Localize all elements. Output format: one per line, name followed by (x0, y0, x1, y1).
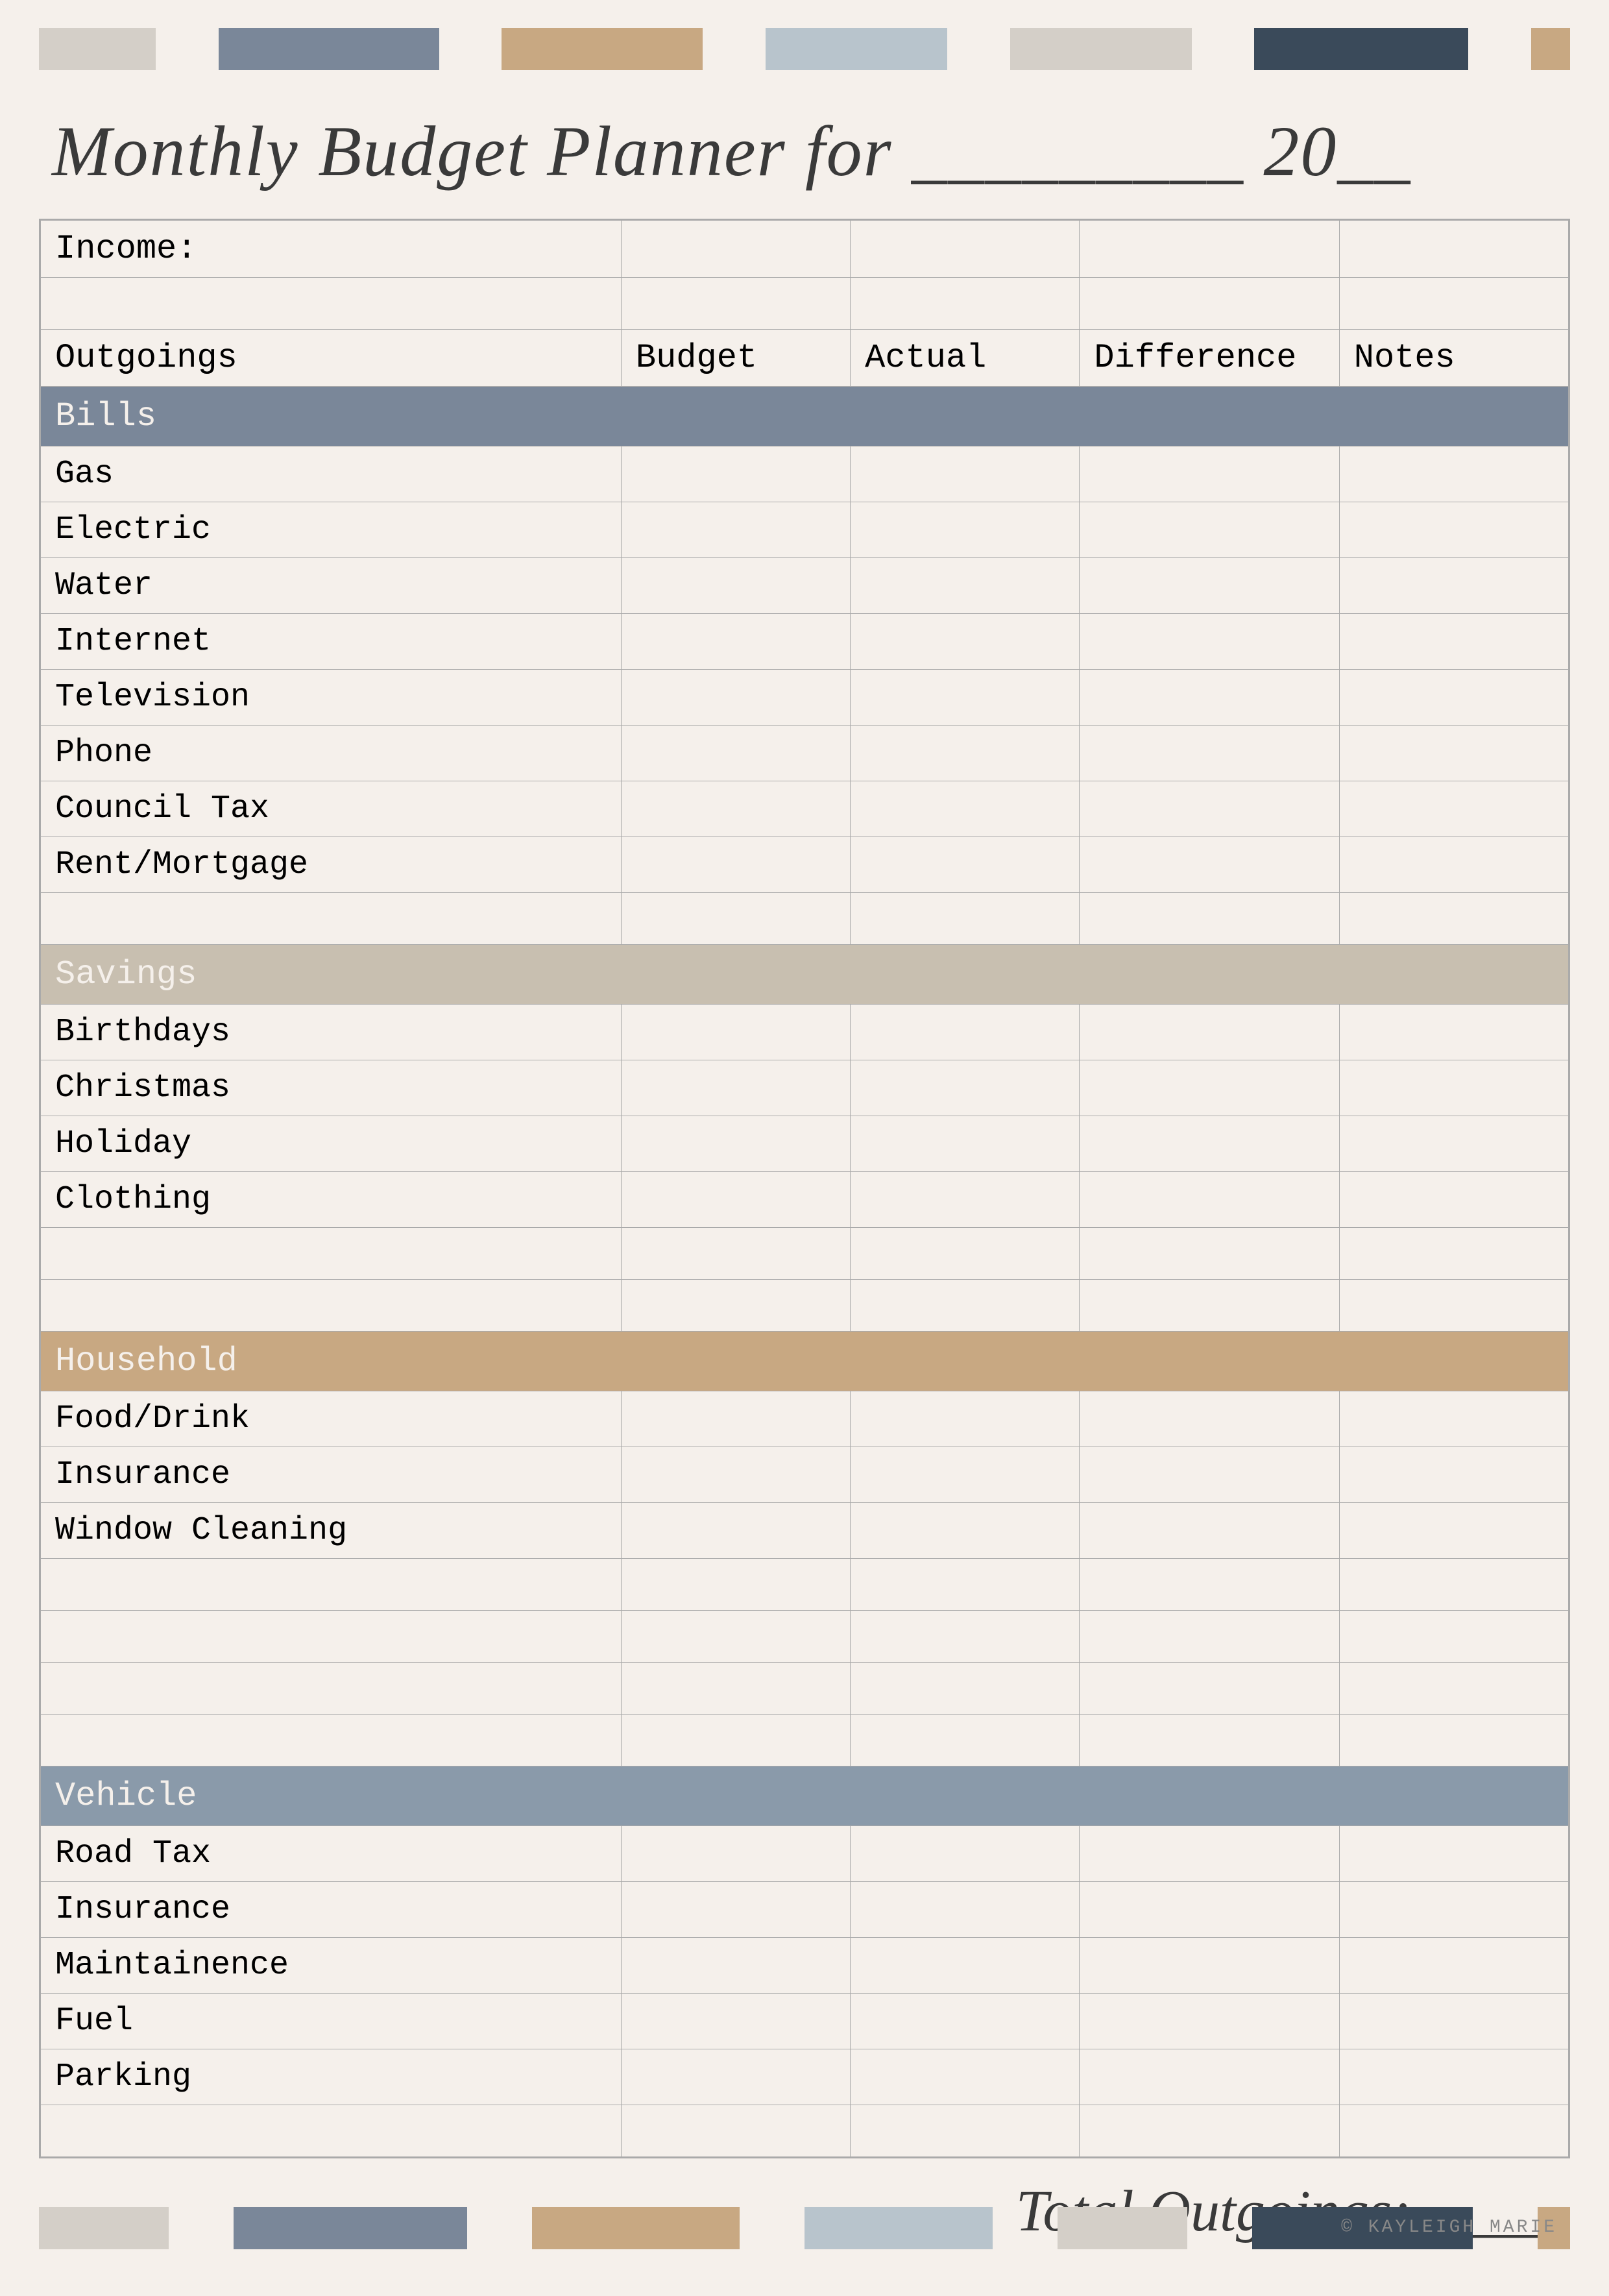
income-notes-cell (1339, 221, 1568, 278)
table-row: Rent/Mortgage (41, 837, 1569, 893)
table-row: Insurance (41, 1882, 1569, 1938)
color-block-1 (39, 28, 156, 70)
row-label: Maintainence (41, 1938, 622, 1994)
budget-table-container: Income: Outgoings Budget Actual Differen… (39, 219, 1570, 2158)
row-label: Fuel (41, 1994, 622, 2049)
color-block-3 (502, 28, 703, 70)
row-label: Council Tax (41, 781, 622, 837)
row-label-christmas: Christmas (41, 1060, 622, 1116)
color-block-5 (1010, 28, 1192, 70)
row-label: Television (41, 670, 622, 726)
income-label: Income: (41, 221, 622, 278)
col-difference-header: Difference (1080, 330, 1339, 387)
bottom-color-block-1 (39, 2207, 169, 2249)
table-row: Internet (41, 614, 1569, 670)
top-color-bar (0, 19, 1609, 78)
table-row: Water (41, 558, 1569, 614)
spacer-row-bills (41, 893, 1569, 945)
bills-label: Bills (41, 387, 1569, 446)
income-row: Income: (41, 221, 1569, 278)
column-header-row: Outgoings Budget Actual Difference Notes (41, 330, 1569, 387)
spacer-row-1 (41, 278, 1569, 330)
row-label: Parking (41, 2049, 622, 2105)
table-row: Television (41, 670, 1569, 726)
color-block-4 (766, 28, 947, 70)
row-label: Insurance (41, 1882, 622, 1938)
spacer-row-household4 (41, 1715, 1569, 1766)
spacer-row-savings1 (41, 1228, 1569, 1280)
table-row: Gas (41, 446, 1569, 502)
table-row: Council Tax (41, 781, 1569, 837)
bottom-color-block-2 (234, 2207, 467, 2249)
color-block-2 (219, 28, 439, 70)
row-label: Rent/Mortgage (41, 837, 622, 893)
table-row: Electric (41, 502, 1569, 558)
row-label-window-cleaning: Window Cleaning (41, 1503, 622, 1559)
savings-label: Savings (41, 945, 1569, 1005)
spacer-row-savings2 (41, 1280, 1569, 1332)
color-block-6 (1254, 28, 1468, 70)
table-row: Food/Drink (41, 1391, 1569, 1447)
vehicle-section-header: Vehicle (41, 1766, 1569, 1826)
savings-section-header: Savings (41, 945, 1569, 1005)
table-row: Phone (41, 726, 1569, 781)
row-label: Gas (41, 446, 622, 502)
bills-section-header: Bills (41, 387, 1569, 446)
row-label: Internet (41, 614, 622, 670)
table-row: Window Cleaning (41, 1503, 1569, 1559)
row-label: Birthdays (41, 1005, 622, 1060)
table-row: Fuel (41, 1994, 1569, 2049)
row-label: Food/Drink (41, 1391, 622, 1447)
household-section-header: Household (41, 1332, 1569, 1391)
spacer-row-household1 (41, 1559, 1569, 1611)
bottom-color-block-4 (804, 2207, 993, 2249)
page-title: Monthly Budget Planner for _________ 20_… (52, 112, 1411, 191)
row-label: Holiday (41, 1116, 622, 1172)
income-budget-cell (621, 221, 850, 278)
table-row: Clothing (41, 1172, 1569, 1228)
copyright-label: © Kayleigh Marie (1341, 2217, 1557, 2238)
row-label: Water (41, 558, 622, 614)
spacer-row-household2 (41, 1611, 1569, 1663)
bottom-color-block-5 (1058, 2207, 1187, 2249)
spacer-row-vehicle (41, 2105, 1569, 2157)
row-label-clothing: Clothing (41, 1172, 622, 1228)
col-budget-header: Budget (621, 330, 850, 387)
table-row: Insurance (41, 1447, 1569, 1503)
row-label: Road Tax (41, 1826, 622, 1882)
row-label: Phone (41, 726, 622, 781)
table-row: Parking (41, 2049, 1569, 2105)
vehicle-label: Vehicle (41, 1766, 1569, 1826)
income-diff-cell (1080, 221, 1339, 278)
spacer-row-household3 (41, 1663, 1569, 1715)
bottom-color-block-3 (532, 2207, 740, 2249)
income-actual-cell (851, 221, 1080, 278)
budget-table: Income: Outgoings Budget Actual Differen… (40, 220, 1569, 2157)
household-label: Household (41, 1332, 1569, 1391)
color-block-7 (1531, 28, 1570, 70)
table-row: Maintainence (41, 1938, 1569, 1994)
table-row: Christmas (41, 1060, 1569, 1116)
col-notes-header: Notes (1339, 330, 1568, 387)
col-actual-header: Actual (851, 330, 1080, 387)
col-outgoings-header: Outgoings (41, 330, 622, 387)
row-label: Insurance (41, 1447, 622, 1503)
table-row: Road Tax (41, 1826, 1569, 1882)
table-row: Birthdays (41, 1005, 1569, 1060)
table-row: Holiday (41, 1116, 1569, 1172)
row-label: Electric (41, 502, 622, 558)
title-area: Monthly Budget Planner for _________ 20_… (0, 78, 1609, 219)
